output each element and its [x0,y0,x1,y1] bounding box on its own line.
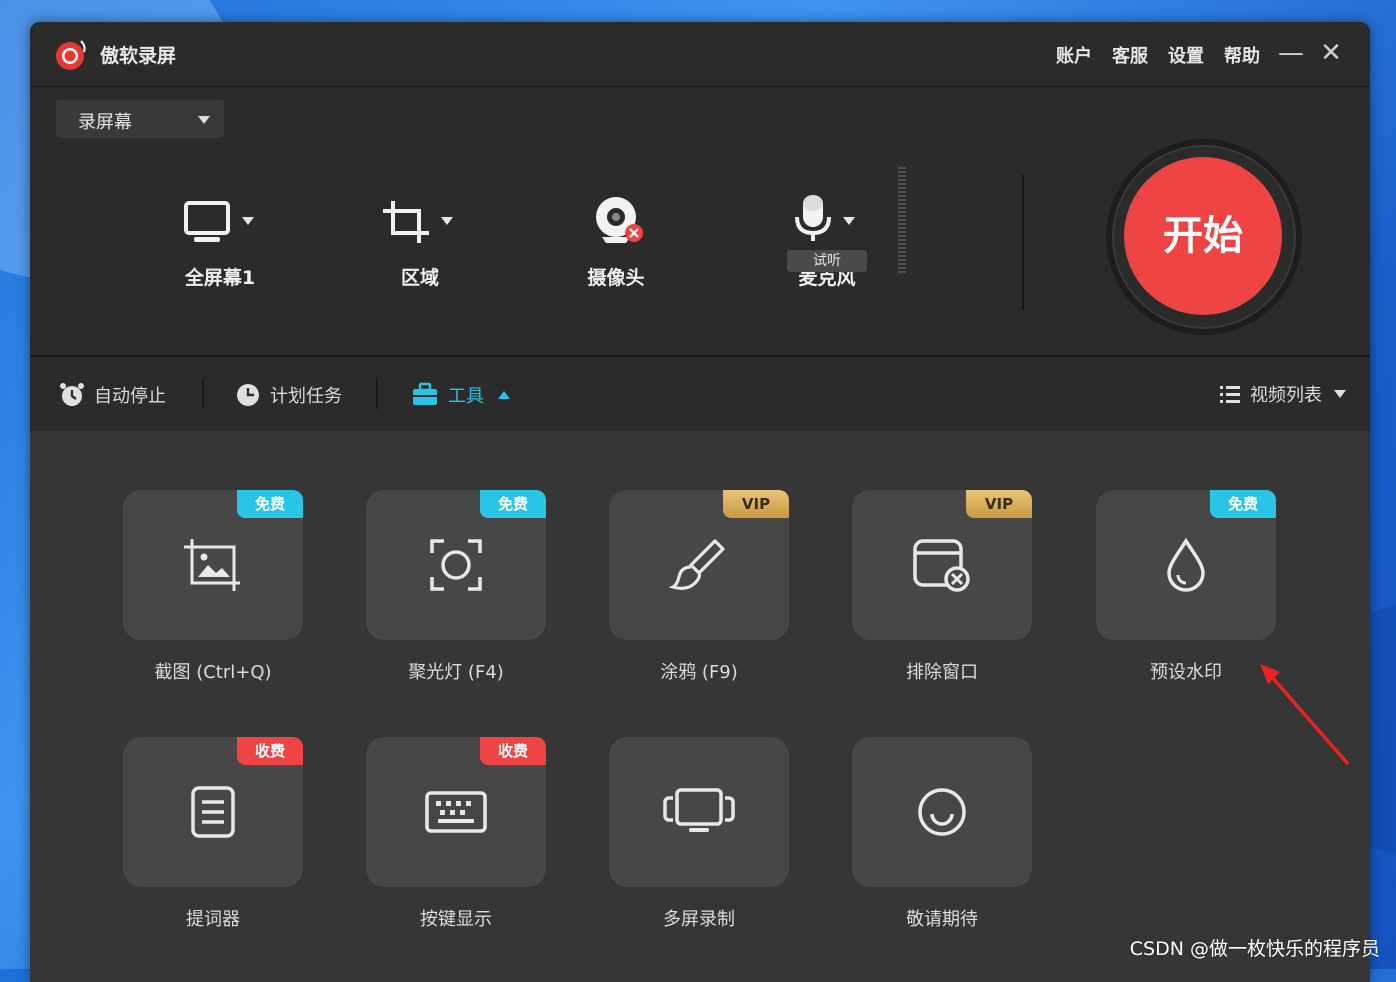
exclude-window-icon [913,539,970,592]
list-icon [1220,386,1240,403]
tool-watermark[interactable]: 免费 [1096,490,1276,640]
top-menu: 账户 客服 设置 帮助 [1056,42,1260,68]
region-label: 区域 [400,267,439,289]
badge-paid: 收费 [237,737,303,765]
watermark-text: CSDN @做一枚快乐的程序员 [1129,938,1380,960]
camera-label: 摄像头 [587,267,645,289]
monitor-icon [184,201,230,242]
chevron-down-icon [1334,390,1346,398]
tool-screenshot[interactable]: 免费 [123,490,303,640]
record-mode-label: 录屏幕 [78,112,132,133]
menu-support[interactable]: 客服 [1112,42,1148,68]
webcam-icon [596,197,643,243]
chevron-down-icon[interactable] [242,217,254,225]
toolbox-icon [413,382,437,405]
record-mode-select[interactable]: 录屏幕 [56,100,224,138]
schedule-task-button[interactable]: 计划任务 [234,381,342,409]
tool-spotlight[interactable]: 免费 [366,490,546,640]
divider [1022,175,1024,310]
divider [202,379,204,409]
keyboard-icon [425,791,487,833]
tool-doodle-label: 涂鸦 (F9) [660,662,738,683]
badge-free: 免费 [1210,490,1276,518]
tools-label: 工具 [448,386,484,407]
video-list-button[interactable]: 视频列表 [1218,381,1346,407]
app-logo-icon [56,40,86,70]
tools-toggle-button[interactable]: 工具 [410,381,510,409]
audio-level-meter [898,167,906,275]
tool-doodle[interactable]: VIP [609,490,789,640]
spotlight-icon [430,539,482,591]
start-record-button[interactable]: 开始 [1124,157,1282,315]
minimize-button[interactable]: — [1276,36,1306,70]
tool-keystroke[interactable]: 收费 [366,737,546,887]
divider [376,379,378,409]
teleprompter-icon [191,786,235,838]
record-controls: 录屏幕 全屏幕1 区域 摄像头 麦克风 试听 开始 [30,87,1370,357]
tools-panel: 免费 截图 (Ctrl+Q) 免费 聚光灯 (F4) VIP 涂鸦 (F9) V… [30,432,1370,982]
multi-screen-icon [663,788,735,832]
tool-exclude-window[interactable]: VIP [852,490,1032,640]
badge-vip: VIP [723,490,789,518]
tool-coming-soon[interactable] [852,737,1032,887]
tool-keystroke-label: 按键显示 [420,909,492,930]
menu-account[interactable]: 账户 [1056,42,1092,68]
schedule-task-label: 计划任务 [270,386,342,407]
mic-test-button[interactable]: 试听 [787,250,867,272]
brush-icon [669,539,725,590]
auto-stop-button[interactable]: 自动停止 [58,381,166,409]
tool-multi-screen-label: 多屏录制 [663,909,735,930]
chevron-down-icon[interactable] [441,217,453,225]
screenshot-icon [184,539,240,591]
menu-help[interactable]: 帮助 [1224,42,1260,68]
fullscreen-label: 全屏幕1 [184,267,256,289]
source-microphone[interactable]: 麦克风 [782,187,872,290]
title-bar: 傲软录屏 账户 客服 设置 帮助 — ✕ [30,22,1370,87]
chevron-down-icon[interactable] [843,217,855,225]
tool-multi-screen[interactable] [609,737,789,887]
tool-teleprompter-label: 提词器 [186,909,240,930]
alarm-clock-icon [60,383,84,406]
source-region[interactable]: 区域 [375,187,465,290]
watermark-drop-icon [1167,537,1205,592]
auto-stop-label: 自动停止 [94,386,166,407]
tool-teleprompter[interactable]: 收费 [123,737,303,887]
badge-free: 免费 [480,490,546,518]
badge-free: 免费 [237,490,303,518]
coming-soon-icon [918,788,966,836]
tool-spotlight-label: 聚光灯 (F4) [408,662,504,683]
badge-paid: 收费 [480,737,546,765]
tool-exclude-window-label: 排除窗口 [906,662,978,683]
menu-settings[interactable]: 设置 [1168,42,1204,68]
clock-icon [237,384,259,406]
tool-screenshot-label: 截图 (Ctrl+Q) [154,662,272,683]
source-fullscreen[interactable]: 全屏幕1 [170,187,270,290]
options-toolbar: 自动停止 计划任务 工具 视频列表 [30,357,1370,431]
chevron-up-icon [498,391,510,399]
microphone-icon [795,195,831,241]
annotation-arrow [1260,664,1350,766]
chevron-down-icon [198,116,210,124]
close-button[interactable]: ✕ [1316,36,1346,70]
badge-vip: VIP [966,490,1032,518]
tool-coming-soon-label: 敬请期待 [906,909,978,930]
source-camera[interactable]: 摄像头 [576,187,656,290]
app-window: 傲软录屏 账户 客服 设置 帮助 — ✕ 录屏幕 全屏幕1 区域 摄像头 麦克风… [30,22,1370,982]
video-list-label: 视频列表 [1250,385,1322,406]
crop-icon [383,201,429,243]
app-title: 傲软录屏 [100,45,177,67]
